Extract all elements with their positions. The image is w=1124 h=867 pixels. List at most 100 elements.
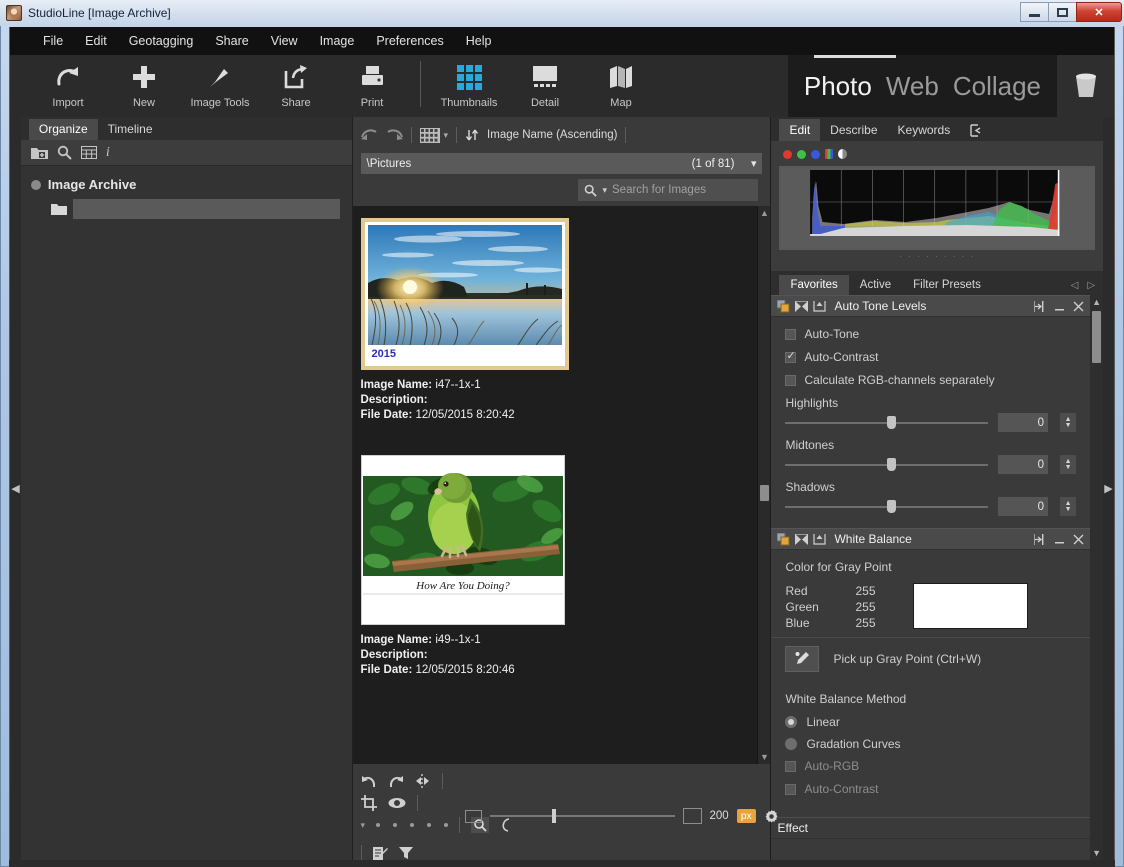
menu-help[interactable]: Help — [455, 30, 503, 52]
eyedropper-button[interactable] — [785, 646, 820, 672]
subtab-next-button[interactable]: ▷ — [1087, 280, 1095, 291]
checkbox-box[interactable] — [785, 783, 797, 795]
copy-icon[interactable] — [777, 532, 790, 546]
scrollbar-thumb[interactable] — [759, 485, 769, 501]
tree-child-folder[interactable] — [21, 195, 352, 223]
radio-gradation-curves[interactable]: Gradation Curves — [785, 737, 1076, 751]
menu-share[interactable]: Share — [204, 30, 259, 52]
checkbox-box[interactable] — [785, 349, 797, 363]
toolbar-print-button[interactable]: Print — [334, 55, 410, 109]
close-icon[interactable] — [1073, 534, 1084, 545]
checkbox-calculate-rgb-separately[interactable]: Calculate RGB-channels separately — [785, 373, 1076, 387]
search-box[interactable]: ▾ — [578, 179, 786, 201]
mode-photo[interactable]: Photo — [804, 71, 872, 102]
thumbnail-list-scrollbar[interactable]: ▲ ▼ — [757, 206, 771, 764]
close-button[interactable]: ✕ — [1076, 2, 1122, 22]
subtab-active[interactable]: Active — [849, 275, 902, 295]
path-selector[interactable]: \Pictures (1 of 81) ▾ — [360, 153, 763, 174]
minimize-button[interactable] — [1020, 2, 1049, 22]
minimize-icon[interactable] — [1054, 301, 1065, 312]
checkbox-box[interactable] — [785, 760, 797, 772]
radio-dot[interactable] — [785, 716, 798, 728]
rating-dots[interactable] — [376, 823, 449, 827]
tab-timeline[interactable]: Timeline — [98, 119, 163, 140]
search-icon[interactable] — [57, 145, 72, 160]
zoom-slider-knob[interactable] — [551, 809, 556, 823]
tab-organize[interactable]: Organize — [28, 119, 98, 140]
table-icon[interactable] — [80, 146, 97, 159]
toolbar-image-tools-button[interactable]: Image Tools — [182, 55, 258, 109]
checkbox-auto-tone[interactable]: Auto-Tone — [785, 327, 1076, 341]
collapse-left-panel-button[interactable]: ◀ — [10, 117, 21, 860]
rgb-channel-toggle[interactable] — [825, 149, 834, 159]
menu-preferences[interactable]: Preferences — [365, 30, 454, 52]
luminance-channel-toggle[interactable] — [838, 149, 848, 159]
right-panel-scrollbar[interactable]: ▲ ▼ — [1090, 295, 1104, 860]
subtab-prev-button[interactable]: ◁ — [1071, 280, 1079, 291]
scroll-down-icon[interactable]: ▼ — [1092, 846, 1101, 860]
slider-value[interactable]: 0 — [998, 455, 1049, 474]
subtab-filter-presets[interactable]: Filter Presets — [902, 275, 992, 295]
detach-icon[interactable] — [960, 120, 992, 141]
size-unit-badge[interactable]: px — [736, 809, 756, 823]
collapse-right-panel-button[interactable]: ▶ — [1103, 117, 1114, 860]
menu-geotagging[interactable]: Geotagging — [118, 30, 205, 52]
thumbnail-item[interactable]: How Are You Doing? Image Name: i49--1x-1… — [360, 455, 758, 678]
checkbox-box[interactable] — [785, 374, 797, 386]
sort-ascending-icon[interactable] — [465, 128, 479, 142]
upload-icon[interactable] — [813, 533, 827, 545]
slider-track[interactable] — [785, 499, 989, 513]
toolbar-map-button[interactable]: Map — [583, 55, 659, 109]
menu-image[interactable]: Image — [309, 30, 366, 52]
slider-knob[interactable] — [886, 499, 896, 513]
rating-dropdown-icon[interactable]: ▾ — [361, 820, 366, 831]
new-folder-icon[interactable] — [30, 146, 48, 160]
toolbar-new-button[interactable]: New — [106, 55, 182, 109]
thumbnail-item[interactable]: 2015 Image Name: i47--1x-1 Description: … — [360, 218, 758, 423]
radio-dot[interactable] — [785, 738, 798, 750]
spinner-arrows[interactable]: ▲ ▼ — [1060, 455, 1077, 474]
menu-view[interactable]: View — [260, 30, 309, 52]
search-input[interactable] — [612, 184, 767, 196]
compare-icon[interactable] — [415, 774, 431, 788]
scroll-down-icon[interactable]: ▼ — [760, 750, 769, 764]
redo-icon[interactable] — [388, 774, 404, 789]
tab-keywords[interactable]: Keywords — [888, 119, 961, 141]
trash-button[interactable] — [1057, 55, 1114, 117]
toolbar-thumbnails-button[interactable]: Thumbnails — [431, 55, 507, 109]
path-dropdown-icon[interactable]: ▾ — [751, 157, 757, 170]
slider-knob[interactable] — [886, 415, 896, 429]
expand-icon[interactable] — [1034, 533, 1046, 545]
forward-button[interactable] — [386, 128, 403, 142]
slider-value[interactable]: 0 — [998, 413, 1049, 432]
module-header-auto-tone-levels[interactable]: Auto Tone Levels — [771, 295, 1091, 317]
panel-resize-grip[interactable]: · · · · · · · · · — [779, 252, 1095, 261]
module-header-effect[interactable]: Effect — [771, 817, 1091, 839]
toolbar-import-button[interactable]: Import — [30, 55, 106, 109]
slider-track[interactable] — [785, 415, 989, 429]
green-channel-toggle[interactable] — [797, 149, 807, 159]
view-mode-dropdown-icon[interactable]: ▾ — [444, 130, 449, 141]
tree-child-input[interactable] — [72, 199, 340, 219]
view-mode-button[interactable] — [419, 127, 440, 143]
menu-edit[interactable]: Edit — [74, 30, 118, 52]
sort-order-label[interactable]: Image Name (Ascending) — [487, 129, 617, 141]
back-button[interactable] — [360, 128, 378, 142]
scrollbar-thumb[interactable] — [1092, 311, 1102, 363]
toolbar-detail-button[interactable]: Detail — [507, 55, 583, 109]
tree-root-image-archive[interactable]: Image Archive — [21, 174, 352, 195]
slider-knob[interactable] — [886, 457, 896, 471]
red-channel-toggle[interactable] — [783, 149, 793, 159]
checkbox-auto-contrast[interactable]: Auto-Contrast — [785, 349, 1076, 364]
scroll-up-icon[interactable]: ▲ — [1092, 295, 1101, 309]
spinner-arrows[interactable]: ▲ ▼ — [1060, 413, 1077, 432]
checkbox-box[interactable] — [785, 328, 797, 340]
slider-track[interactable] — [785, 457, 989, 471]
thumbnail-frame[interactable]: How Are You Doing? — [360, 455, 565, 625]
tab-describe[interactable]: Describe — [820, 119, 887, 141]
expand-icon[interactable] — [1034, 300, 1046, 312]
mode-web[interactable]: Web — [886, 71, 939, 102]
reset-icon[interactable] — [795, 533, 809, 545]
large-size-icon[interactable] — [682, 808, 702, 824]
menu-file[interactable]: File — [32, 30, 74, 52]
